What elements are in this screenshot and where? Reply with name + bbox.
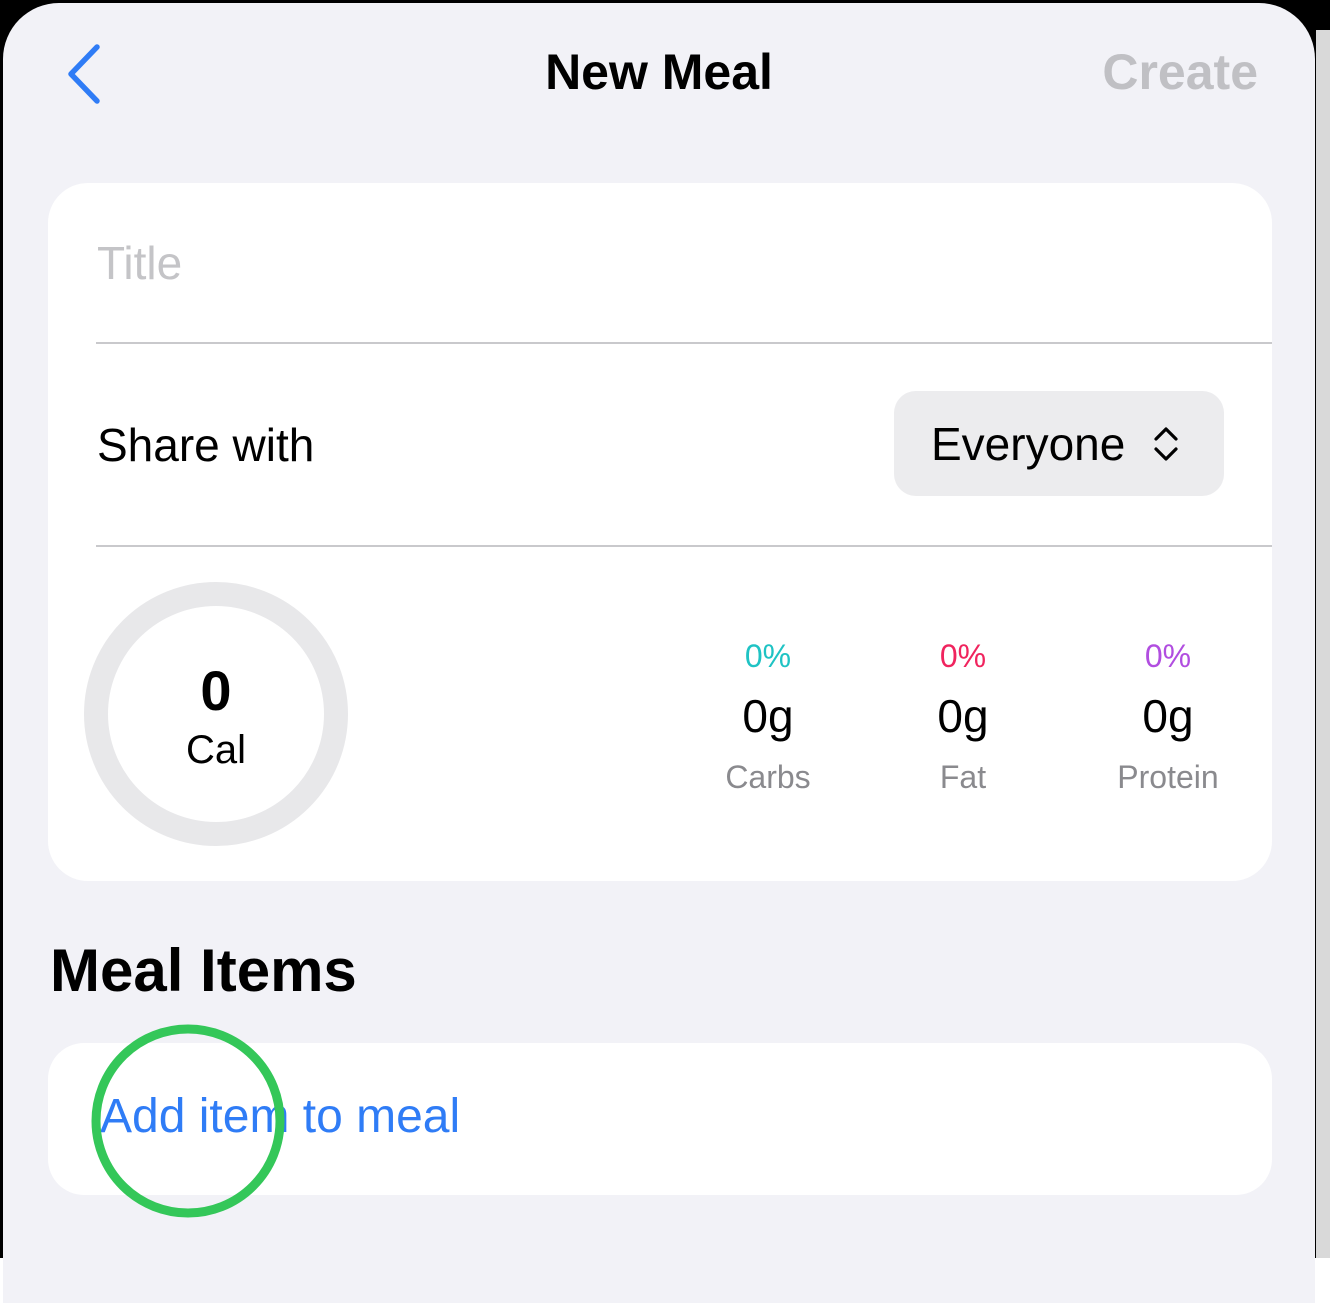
macro-percent: 0% — [744, 638, 792, 674]
device-frame: New Meal Create Share with Everyone 0 Ca… — [0, 0, 1330, 1303]
title-input[interactable] — [97, 223, 1197, 303]
macro-carbs: 0% 0g Carbs — [678, 635, 858, 799]
up-down-chevron-icon — [1154, 426, 1178, 461]
device-edge — [1316, 30, 1330, 1258]
calories-value: 0 — [200, 659, 232, 722]
divider — [96, 545, 1272, 547]
share-with-label: Share with — [97, 419, 315, 471]
macro-grams: 0g — [742, 690, 794, 742]
macro-label: Protein — [1117, 759, 1219, 795]
macro-grams: 0g — [937, 690, 989, 742]
macro-percent: 0% — [939, 638, 987, 674]
macro-grams: 0g — [1142, 690, 1194, 742]
calories-unit: Cal — [185, 728, 247, 772]
macro-fat: 0% 0g Fat — [873, 635, 1053, 799]
screen: New Meal Create Share with Everyone 0 Ca… — [3, 3, 1315, 1303]
macro-percent: 0% — [1144, 638, 1192, 674]
create-button[interactable]: Create — [1102, 43, 1258, 101]
macro-protein: 0% 0g Protein — [1078, 635, 1258, 799]
share-with-value: Everyone — [931, 417, 1126, 470]
meal-items-heading: Meal Items — [50, 937, 357, 1004]
share-with-picker[interactable]: Everyone — [894, 391, 1224, 496]
meal-details-card: Share with Everyone 0 Cal 0% 0g Carbs 0% — [48, 183, 1272, 881]
macro-label: Carbs — [725, 759, 811, 795]
tap-indicator-circle — [91, 1024, 285, 1218]
divider — [96, 342, 1272, 344]
macro-label: Fat — [939, 759, 987, 795]
